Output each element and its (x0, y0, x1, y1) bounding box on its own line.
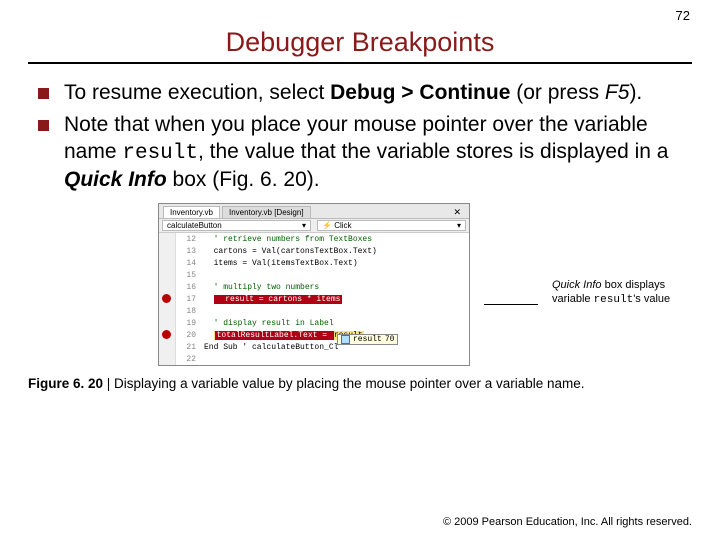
line-number: 19 (176, 319, 200, 328)
copyright-icon: © (443, 516, 451, 528)
lightning-icon: ⚡ (322, 221, 332, 230)
ide-tab-inactive: Inventory.vb [Design] (222, 206, 311, 218)
code-line: totalResultLabel.Text = result (200, 331, 469, 340)
variable-icon (341, 335, 350, 344)
line-number: 20 (176, 331, 200, 340)
text: , the value that the variable stores is … (198, 140, 668, 163)
figure-caption: Figure 6. 20 | Displaying a variable val… (28, 376, 692, 391)
page-number: 72 (28, 8, 692, 23)
current-line-highlight: totalResultLabel.Text = (215, 331, 334, 340)
ide-tab-active: Inventory.vb (163, 206, 220, 218)
callout: Quick Info box displays variable result'… (552, 279, 672, 308)
line-number: 21 (176, 343, 200, 352)
text (204, 331, 214, 340)
text: box (Fig. 6. 20). (167, 168, 320, 191)
ide-toolbar: calculateButton▾ ⚡ Click▾ (159, 219, 469, 233)
bullet-item-1: To resume execution, select Debug > Cont… (28, 80, 692, 106)
event-dropdown-value: Click (334, 221, 351, 230)
figure-label: Figure 6. 20 (28, 376, 103, 391)
quickinfo-value: 70 (385, 335, 395, 344)
callout-variable: result (594, 294, 634, 306)
code-line: result = cartons * items (200, 295, 469, 304)
line-number: 16 (176, 283, 200, 292)
code-area: 12 ' retrieve numbers from TextBoxes 13 … (159, 233, 469, 365)
callout-text: 's value (633, 293, 670, 305)
line-number: 22 (176, 355, 200, 364)
code-line: cartons = Val(cartonsTextBox.Text) (200, 247, 469, 256)
figure-text: | Displaying a variable value by placing… (103, 376, 585, 391)
text: ). (629, 81, 642, 104)
code-line: End Sub ' calculateButton_Cl (200, 343, 469, 352)
key-name: F5 (605, 81, 630, 104)
object-dropdown-value: calculateButton (167, 221, 222, 230)
close-icon: ✕ (449, 207, 465, 218)
event-dropdown: ⚡ Click▾ (317, 220, 466, 231)
text: To resume execution, select (64, 81, 330, 104)
ide-screenshot: Inventory.vb Inventory.vb [Design] ✕ cal… (158, 203, 470, 366)
ide-tabs: Inventory.vb Inventory.vb [Design] ✕ (159, 204, 469, 219)
variable-name: result (122, 142, 198, 165)
line-number: 12 (176, 235, 200, 244)
code-line: ' display result in Label (200, 319, 469, 328)
line-number: 17 (176, 295, 200, 304)
code-line: ' retrieve numbers from TextBoxes (200, 235, 469, 244)
object-dropdown: calculateButton▾ (162, 220, 311, 231)
term: Quick Info (64, 168, 167, 191)
bullet-item-2: Note that when you place your mouse poin… (28, 112, 692, 193)
code-line: ' multiply two numbers (200, 283, 469, 292)
breakpoint-icon (162, 294, 171, 303)
line-number: 14 (176, 259, 200, 268)
divider (28, 62, 692, 64)
line-number: 15 (176, 271, 200, 280)
callout-line (484, 304, 538, 305)
quickinfo-tooltip: result 70 (337, 334, 398, 345)
slide-title: Debugger Breakpoints (28, 27, 692, 58)
footer-text: 2009 Pearson Education, Inc. All rights … (451, 516, 692, 528)
bullet-list: To resume execution, select Debug > Cont… (28, 80, 692, 193)
line-number: 13 (176, 247, 200, 256)
line-number: 18 (176, 307, 200, 316)
footer: © 2009 Pearson Education, Inc. All right… (443, 516, 692, 528)
breakpoint-icon (162, 330, 171, 339)
code-line: items = Val(itemsTextBox.Text) (200, 259, 469, 268)
callout-term: Quick Info (552, 279, 602, 291)
text: (or press (510, 81, 605, 104)
breakpoint-highlight: result = cartons * items (214, 295, 343, 304)
menu-path: Debug > Continue (330, 81, 510, 104)
quickinfo-name: result (353, 335, 382, 344)
figure-row: Inventory.vb Inventory.vb [Design] ✕ cal… (158, 203, 692, 366)
